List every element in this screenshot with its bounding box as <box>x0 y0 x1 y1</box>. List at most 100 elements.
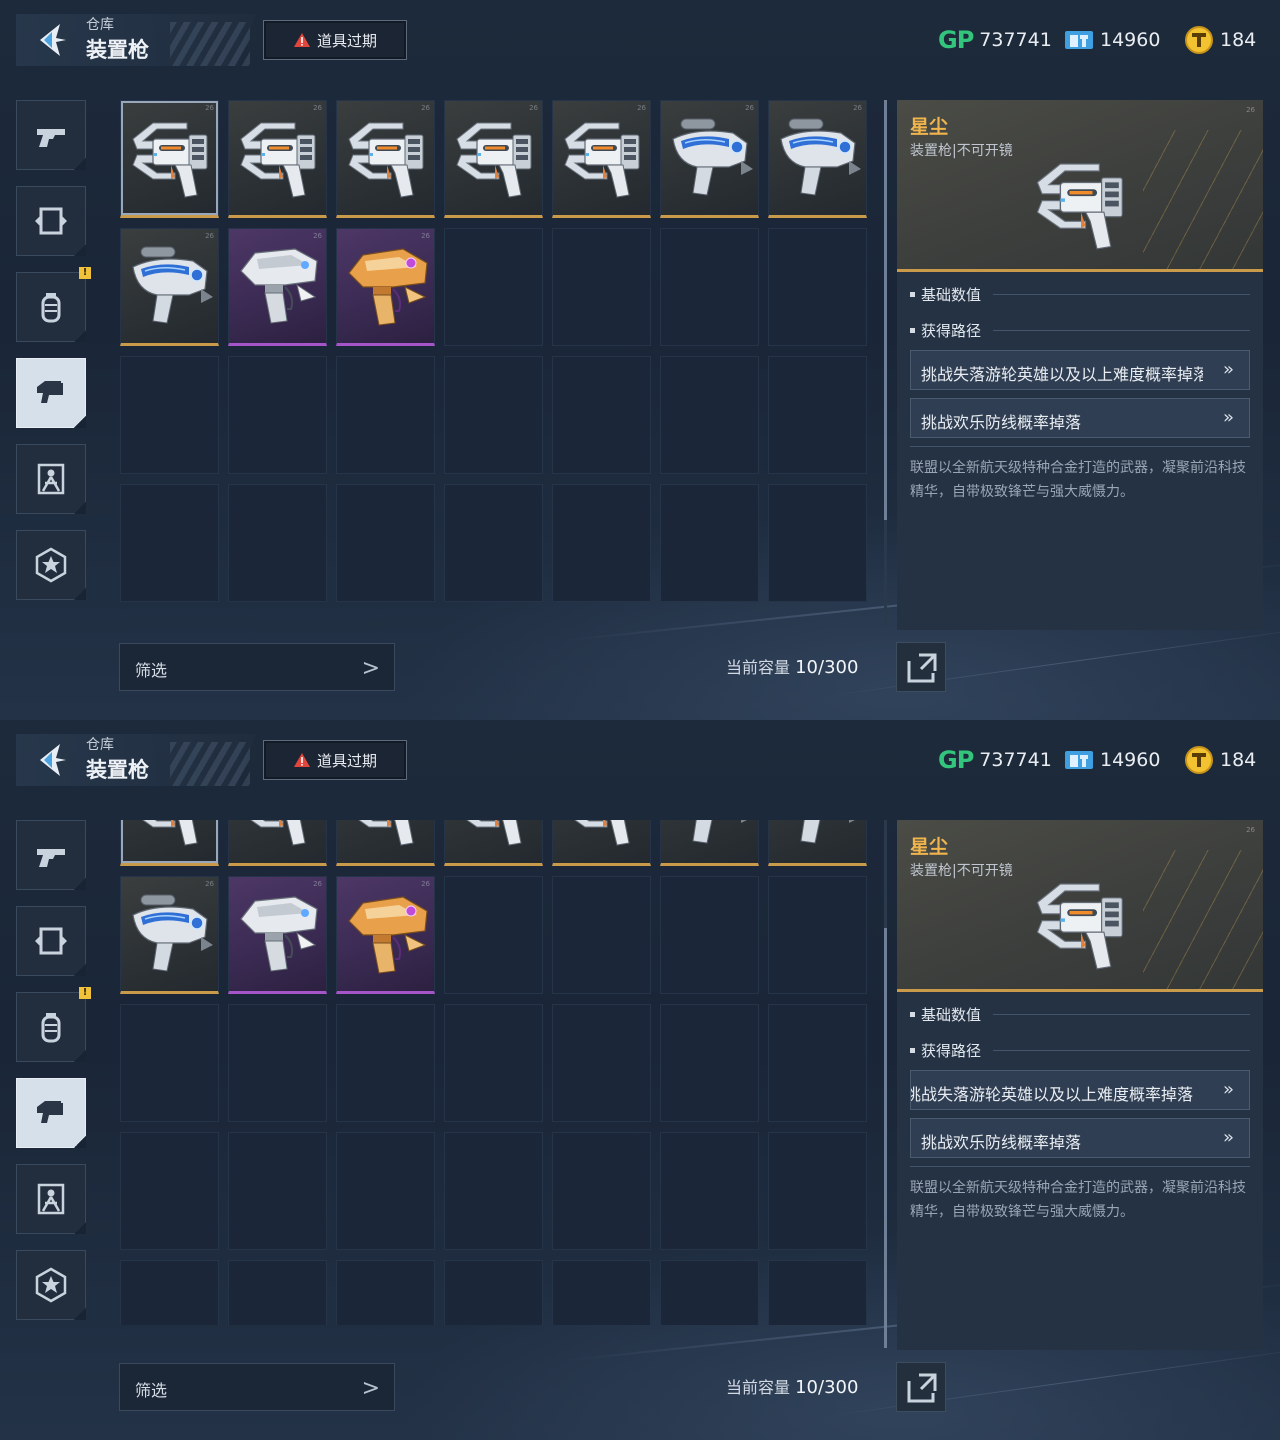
source-route-label: 挑战欢乐防线概率掉落 <box>921 1133 1082 1152</box>
sidebar-item-star-badge[interactable] <box>16 1250 86 1320</box>
sidebar-item-device-gun[interactable] <box>16 358 86 428</box>
source-route[interactable]: 挑战失落游轮英雄以及以上难度概率掉落 » <box>910 1070 1250 1110</box>
inventory-slot[interactable]: 26 <box>444 820 543 866</box>
empty-slot <box>228 1260 327 1325</box>
scrollbar-thumb[interactable] <box>884 100 887 520</box>
background-streak <box>822 623 1280 698</box>
empty-slot <box>768 1004 867 1122</box>
source-route[interactable]: 挑战失落游轮英雄以及以上难度概率掉落 » <box>910 350 1250 390</box>
inventory-slot[interactable]: 26 <box>336 100 435 218</box>
back-arrow-icon <box>40 744 66 776</box>
sidebar-item-frame[interactable] <box>16 186 86 256</box>
empty-slot <box>768 484 867 602</box>
inventory-slot[interactable]: 26 <box>120 100 219 218</box>
capacity-readout: 当前容量 10/300 <box>726 1374 858 1398</box>
inventory-slot[interactable]: 26 <box>120 228 219 346</box>
source-route[interactable]: 挑战欢乐防线概率掉落 » <box>910 1118 1250 1158</box>
empty-slot <box>120 356 219 474</box>
chevron-right-icon: > <box>361 1376 380 1401</box>
frame-icon <box>35 927 67 955</box>
item-description: 联盟以全新航天级特种合金打造的武器，凝聚前沿科技精华，自带极致锋芒与强大威慑力。 <box>910 460 1246 500</box>
sidebar-item-character[interactable] <box>16 444 86 514</box>
grenade-icon <box>41 293 61 323</box>
inventory-slot[interactable]: 26 <box>228 820 327 866</box>
claw-gun-icon <box>564 122 640 198</box>
empty-slot <box>660 484 759 602</box>
alert-badge: ! <box>79 987 91 999</box>
empty-slot <box>444 1132 543 1250</box>
grid-scrollbar[interactable] <box>884 820 887 1348</box>
expired-items-button[interactable]: 道具过期 <box>263 740 407 780</box>
back-button[interactable] <box>30 740 74 780</box>
item-name: 星尘 <box>910 116 949 138</box>
export-button[interactable] <box>896 642 946 692</box>
sidebar-item-star-badge[interactable] <box>16 530 86 600</box>
sidebar-item-pistol[interactable] <box>16 100 86 170</box>
warning-icon <box>293 33 310 47</box>
inventory-slot[interactable]: 26 <box>768 100 867 218</box>
scrollbar-thumb[interactable] <box>884 928 887 1348</box>
inventory-slot[interactable]: 26 <box>660 820 759 866</box>
basic-stats-section[interactable]: 基础数值 <box>910 284 1250 305</box>
inventory-slot[interactable]: 26 <box>768 820 867 866</box>
inventory-slot[interactable]: 26 <box>336 820 435 866</box>
empty-slot <box>768 1132 867 1250</box>
empty-slot <box>228 1004 327 1122</box>
claw-gun-icon <box>348 820 424 846</box>
sidebar-item-grenade[interactable]: ! <box>16 987 91 1062</box>
sidebar-item-pistol[interactable] <box>16 820 86 890</box>
empty-slot <box>660 1132 759 1250</box>
empty-slot <box>228 1132 327 1250</box>
capacity-current: 10 <box>795 657 819 678</box>
item-preview: 星尘 装置枪|不可开镜 26 <box>897 100 1263 272</box>
inventory-slot[interactable]: 26 <box>228 876 327 994</box>
sidebar-item-character[interactable] <box>16 1164 86 1234</box>
inventory-slot[interactable]: 26 <box>552 820 651 866</box>
inventory-slot[interactable]: 26 <box>336 876 435 994</box>
filter-button[interactable]: 筛选 > <box>119 1363 395 1411</box>
empty-slot <box>552 356 651 474</box>
empty-slot <box>120 1132 219 1250</box>
export-button[interactable] <box>896 1362 946 1412</box>
empty-slot <box>120 484 219 602</box>
item-serial: 26 <box>1246 106 1255 114</box>
filter-button[interactable]: 筛选 > <box>119 643 395 691</box>
capacity-readout: 当前容量 10/300 <box>726 654 858 678</box>
empty-slot <box>660 876 759 994</box>
sidebar-item-grenade[interactable]: ! <box>16 267 91 342</box>
source-route[interactable]: 挑战欢乐防线概率掉落 » <box>910 398 1250 438</box>
white-gun-icon <box>240 896 318 972</box>
inventory-slot[interactable]: 26 <box>120 820 219 866</box>
star-badge-icon <box>35 1267 67 1303</box>
character-icon <box>37 1183 65 1215</box>
empty-slot <box>552 1132 651 1250</box>
source-label: 获得路径 <box>921 1042 982 1060</box>
double-chevron-right-icon: » <box>1203 399 1249 437</box>
empty-slot <box>768 228 867 346</box>
empty-slot <box>444 228 543 346</box>
inventory-slot[interactable]: 26 <box>660 100 759 218</box>
device-gun-icon <box>37 1101 63 1123</box>
inventory-slot[interactable]: 26 <box>444 100 543 218</box>
expired-items-button[interactable]: 道具过期 <box>263 20 407 60</box>
inventory-slot[interactable]: 26 <box>336 228 435 346</box>
breadcrumb: 仓库 <box>86 17 114 33</box>
inventory-slot[interactable]: 26 <box>228 100 327 218</box>
source-label: 获得路径 <box>921 322 982 340</box>
claw-gun-icon <box>1036 163 1123 250</box>
ticket-amount: 14960 <box>1100 29 1161 51</box>
basic-stats-section[interactable]: 基础数值 <box>910 1004 1250 1025</box>
item-subtitle: 装置枪|不可开镜 <box>910 863 1013 879</box>
sidebar-item-frame[interactable] <box>16 906 86 976</box>
item-preview: 星尘 装置枪|不可开镜 26 <box>897 820 1263 992</box>
capacity-total: /300 <box>818 657 859 678</box>
inventory-slot[interactable]: 26 <box>120 876 219 994</box>
grid-scrollbar[interactable] <box>884 100 887 628</box>
inventory-slot[interactable]: 26 <box>552 100 651 218</box>
double-chevron-right-icon: » <box>1203 1071 1249 1109</box>
inventory-slot[interactable]: 26 <box>228 228 327 346</box>
claw-gun-icon <box>1036 883 1123 970</box>
sidebar-item-device-gun[interactable] <box>16 1078 86 1148</box>
claw-gun-icon <box>132 820 208 846</box>
back-button[interactable] <box>30 20 74 60</box>
